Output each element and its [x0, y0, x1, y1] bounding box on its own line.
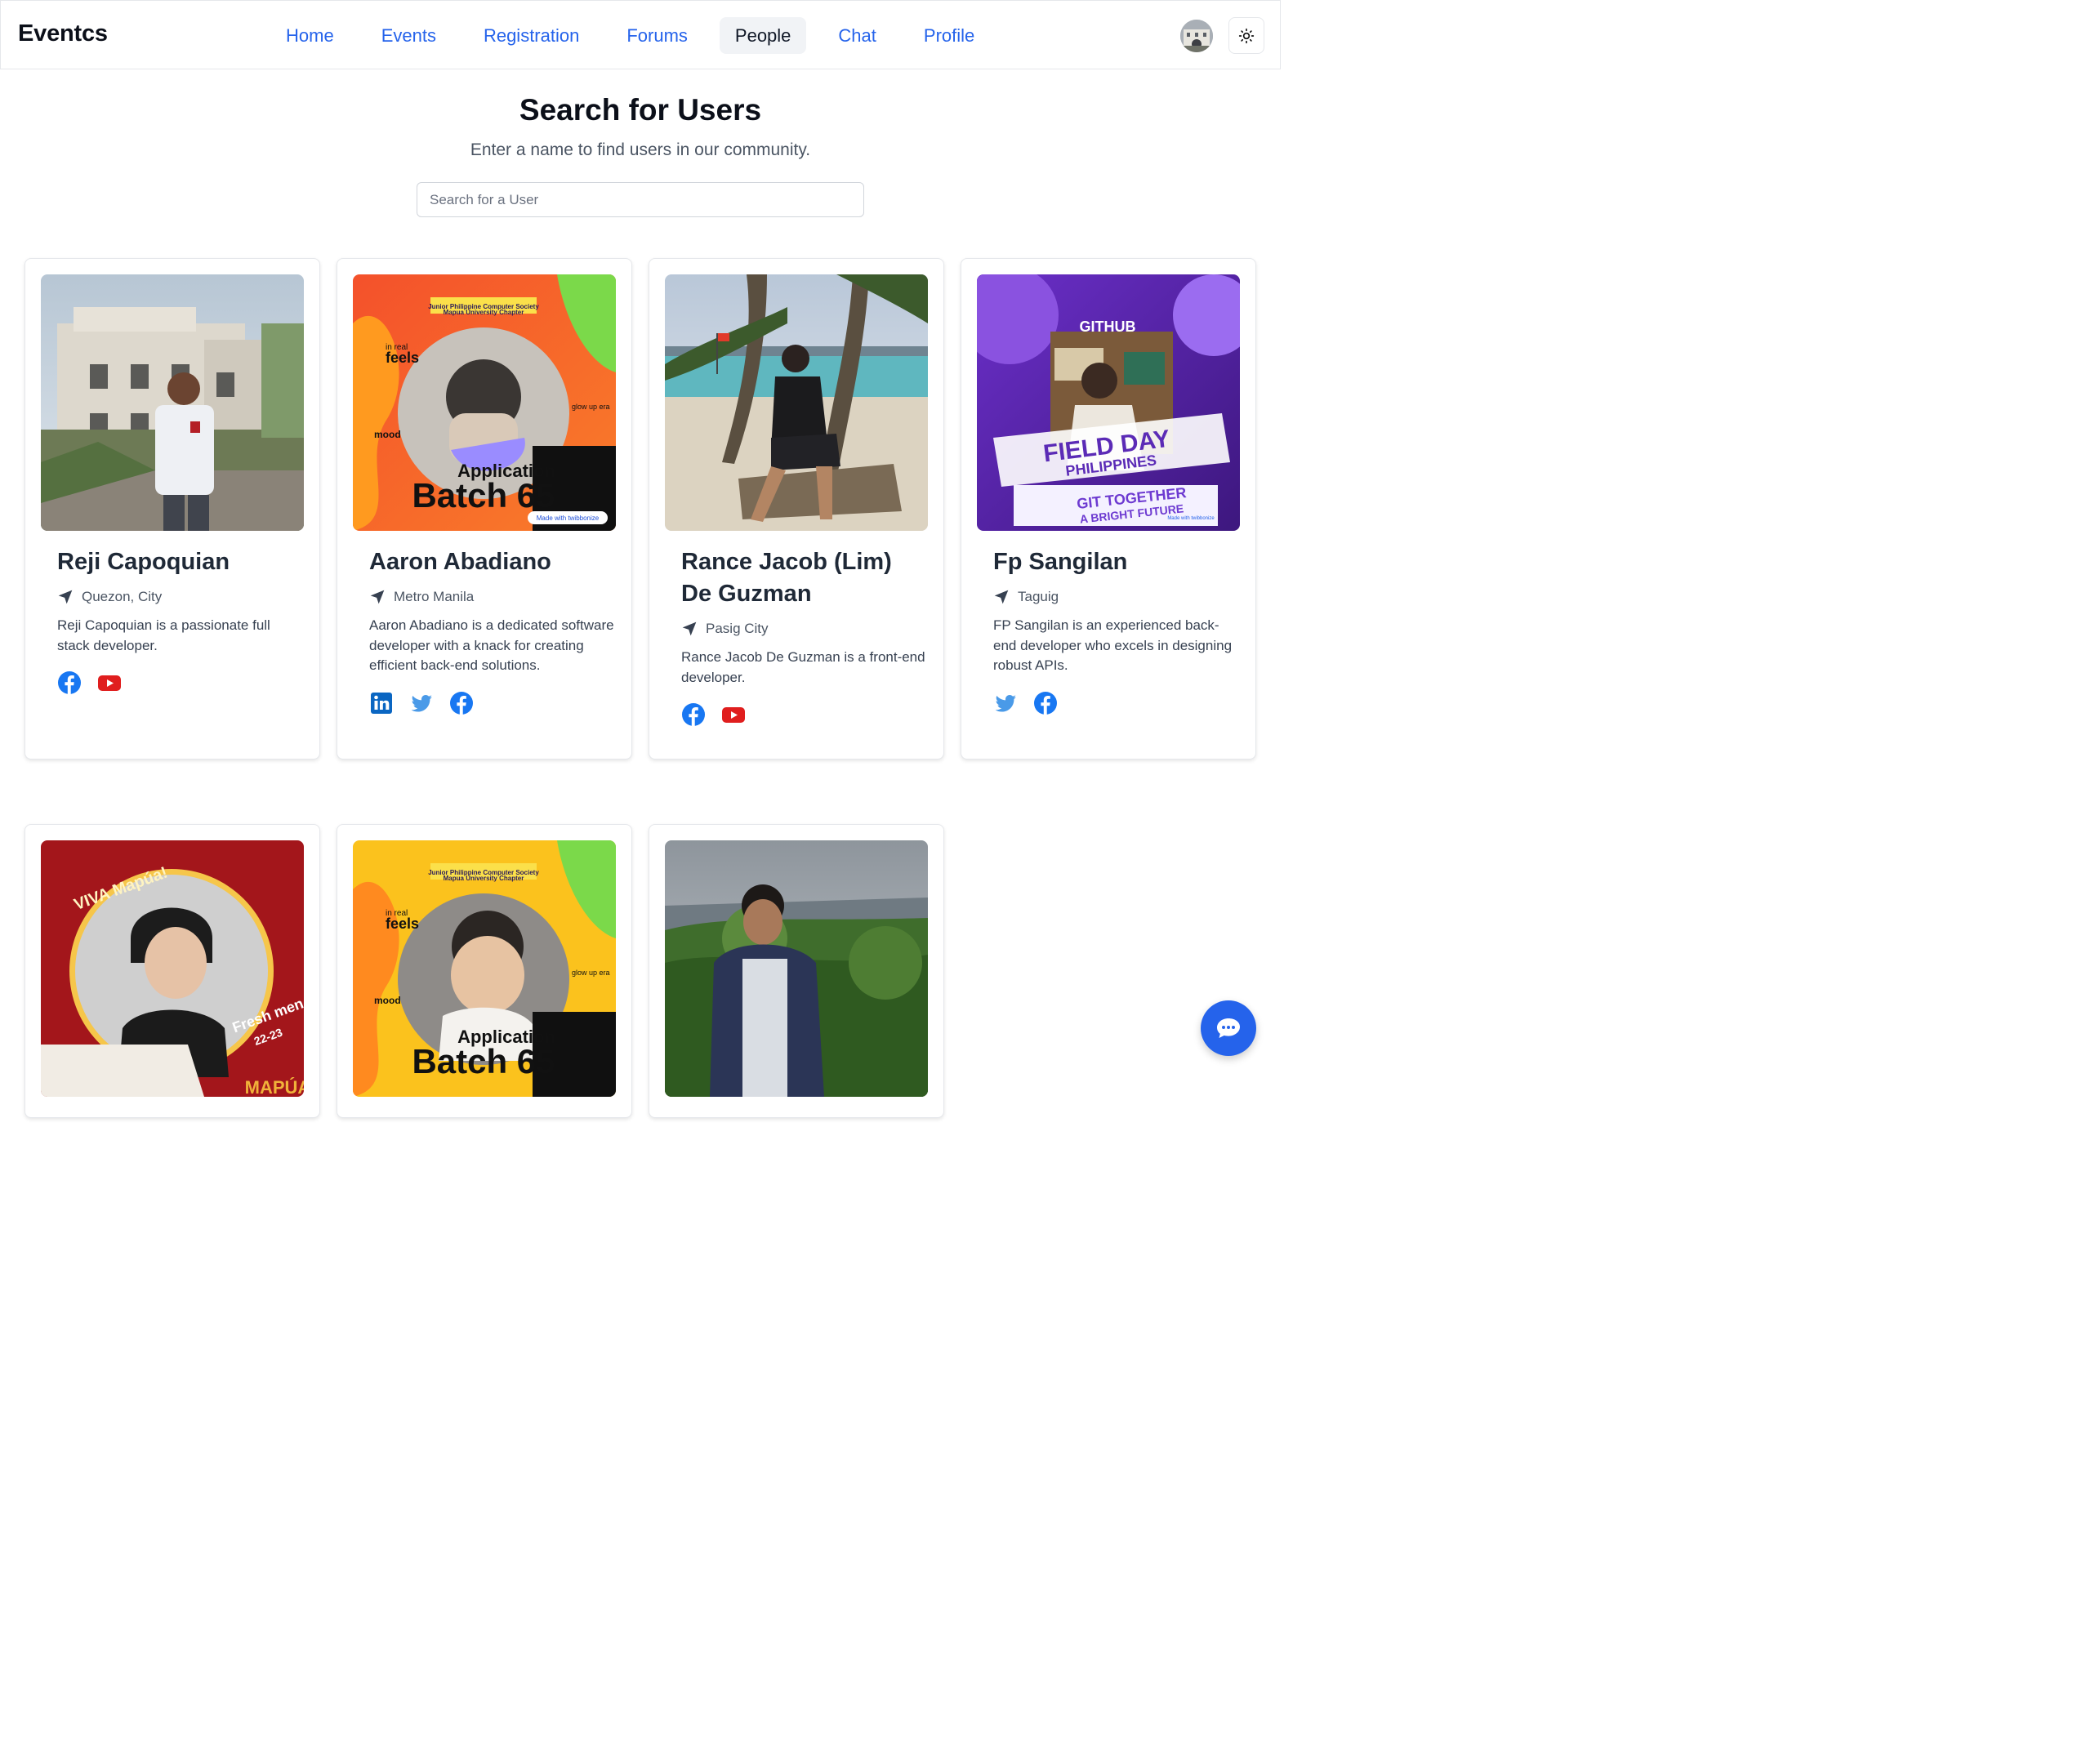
facebook-icon[interactable] [681, 702, 706, 727]
tag-mood: mood [374, 429, 401, 440]
tag-glow-up: glow up era [572, 403, 610, 411]
user-photo: GITHUB FIELD DAY PHILIPPINES GIT TOGETHE… [977, 274, 1240, 531]
user-card[interactable] [649, 824, 944, 1118]
user-location-text: Pasig City [706, 621, 769, 636]
user-name: Fp Sangilan [993, 549, 1128, 575]
user-card[interactable]: Junior Philippine Computer Society Mapua… [337, 258, 632, 760]
facebook-icon[interactable] [449, 691, 474, 715]
user-photo: Junior Philippine Computer Society Mapua… [353, 274, 616, 531]
user-location-text: Metro Manila [394, 589, 475, 604]
location-arrow-icon [994, 590, 1009, 604]
user-name: Reji Capoquian [57, 549, 230, 575]
location-arrow-icon [58, 590, 73, 604]
github-text: GITHUB [1080, 318, 1136, 335]
chat-fab-button[interactable] [1201, 1000, 1256, 1056]
social-links [993, 691, 1058, 715]
page-title: Search for Users [519, 93, 762, 127]
user-photo [41, 274, 304, 531]
batch-text: Batch 65 [412, 476, 555, 514]
youtube-icon[interactable] [721, 702, 746, 727]
nav-forums[interactable]: Forums [611, 17, 703, 54]
search-input[interactable] [417, 182, 864, 217]
user-card[interactable]: Reji Capoquian Quezon, City Reji Capoqui… [25, 258, 320, 760]
chat-bubble-icon [1217, 1018, 1240, 1038]
user-location: Pasig City [681, 621, 769, 637]
location-arrow-icon [682, 621, 697, 636]
user-location: Quezon, City [57, 589, 162, 605]
tag-feels: feels [386, 915, 419, 932]
twibbonize-text: Made with twibbonize [537, 514, 600, 522]
linkedin-icon[interactable] [369, 691, 394, 715]
user-card[interactable]: GITHUB FIELD DAY PHILIPPINES GIT TOGETHE… [961, 258, 1256, 760]
main-nav: Home Events Registration Forums People C… [270, 17, 1006, 54]
batch-text: Batch 65 [412, 1042, 555, 1080]
chapter-text: Mapua University Chapter [444, 309, 524, 316]
tag-mood: mood [374, 995, 401, 1006]
nav-chat[interactable]: Chat [823, 17, 891, 54]
facebook-icon[interactable] [57, 670, 82, 695]
page-subtitle: Enter a name to find users in our commun… [470, 140, 811, 159]
sun-icon [1238, 28, 1255, 43]
nav-people[interactable]: People [719, 17, 807, 54]
social-links [681, 702, 746, 727]
nav-events[interactable]: Events [366, 17, 452, 54]
top-navbar: Eventcs Home Events Registration Forums … [0, 0, 1281, 69]
user-photo [665, 274, 928, 531]
user-location-text: Quezon, City [82, 589, 163, 604]
user-name: Rance Jacob (Lim) De Guzman [681, 549, 892, 607]
social-links [369, 691, 474, 715]
twitter-icon[interactable] [993, 691, 1018, 715]
brand-logo[interactable]: Eventcs [18, 20, 108, 47]
mapua-text: MAPÚA [245, 1077, 304, 1097]
user-bio: FP Sangilan is an experienced back-end d… [993, 617, 1233, 673]
user-location: Taguig [993, 589, 1059, 605]
user-location: Metro Manila [369, 589, 474, 605]
tag-glow-up: glow up era [572, 969, 610, 977]
tag-feels: feels [386, 350, 419, 366]
user-avatar[interactable] [1180, 20, 1213, 52]
youtube-icon[interactable] [97, 670, 122, 695]
user-photo: VIVA Mapúa! Fresh men 22-23 MAPÚA [41, 840, 304, 1097]
user-bio: Rance Jacob De Guzman is a front-end dev… [681, 649, 925, 685]
user-photo: Junior Philippine Computer Society Mapua… [353, 840, 616, 1097]
user-card[interactable]: Junior Philippine Computer Society Mapua… [337, 824, 632, 1118]
location-arrow-icon [370, 590, 385, 604]
facebook-icon[interactable] [1033, 691, 1058, 715]
user-bio: Aaron Abadiano is a dedicated software d… [369, 617, 614, 673]
user-card[interactable]: VIVA Mapúa! Fresh men 22-23 MAPÚA [25, 824, 320, 1118]
theme-toggle-button[interactable] [1228, 17, 1264, 54]
nav-profile[interactable]: Profile [908, 17, 990, 54]
user-bio: Reji Capoquian is a passionate full stac… [57, 617, 270, 653]
nav-home[interactable]: Home [270, 17, 350, 54]
user-photo [665, 840, 928, 1097]
social-links [57, 670, 122, 695]
twibbonize-text: Made with twibbonize [1167, 516, 1215, 521]
user-name: Aaron Abadiano [369, 549, 551, 575]
nav-registration[interactable]: Registration [468, 17, 595, 54]
user-card[interactable]: Rance Jacob (Lim) De Guzman Pasig City R… [649, 258, 944, 760]
user-location-text: Taguig [1018, 589, 1059, 604]
twitter-icon[interactable] [409, 691, 434, 715]
chapter-text: Mapua University Chapter [444, 875, 524, 882]
